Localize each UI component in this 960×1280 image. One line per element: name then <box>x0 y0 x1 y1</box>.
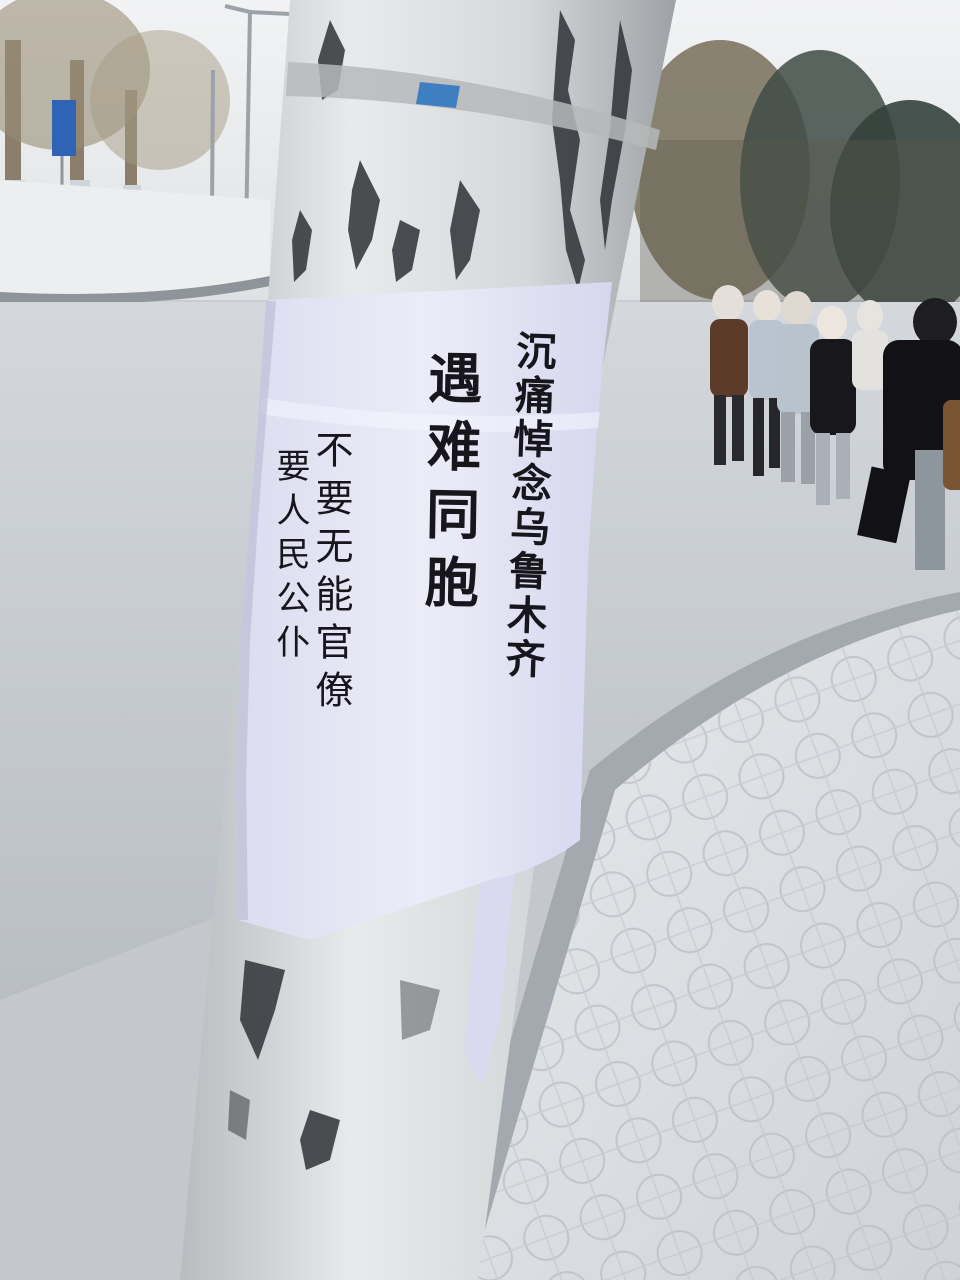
poster-line-mourn-urumqi: 沉痛悼念乌鲁木齐 <box>497 329 558 683</box>
street-scene <box>0 0 960 1280</box>
poster-line-want-public-servants: 要人民公仆 <box>270 448 310 668</box>
poster-line-victims: 遇难同胞 <box>414 349 484 623</box>
road-sign <box>52 100 76 156</box>
tape-band-edge <box>416 82 460 108</box>
snow-lawn <box>0 180 270 295</box>
pedestrian <box>852 300 888 390</box>
